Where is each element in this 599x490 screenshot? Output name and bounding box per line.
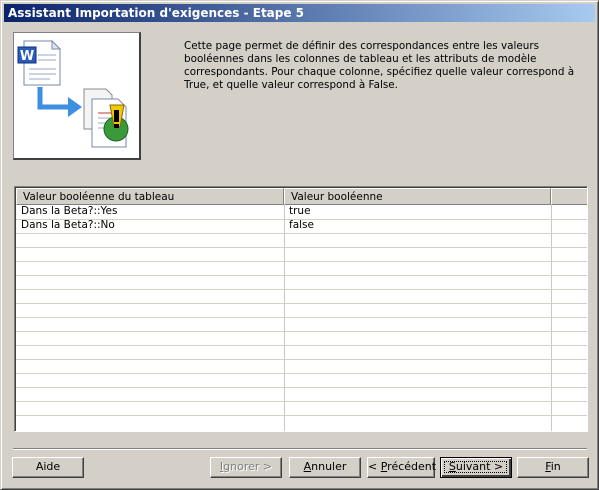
row-divider <box>16 373 587 374</box>
cancel-button[interactable]: Annuler <box>289 457 361 478</box>
svg-text:W: W <box>20 49 34 64</box>
next-button[interactable]: Suivant > <box>440 457 512 478</box>
ignore-button[interactable]: Ignorer > <box>210 457 282 478</box>
finish-button-label-post: in <box>550 460 561 473</box>
row-divider <box>16 401 587 402</box>
window-title: Assistant Importation d'exigences - Etap… <box>8 6 305 20</box>
cell-source-value[interactable]: Dans la Beta?::No <box>16 219 284 233</box>
cell-boolean-value[interactable]: false <box>284 219 551 233</box>
help-button[interactable]: Aide <box>12 457 84 478</box>
focus-rectangle <box>444 461 507 473</box>
row-divider <box>16 233 587 234</box>
page-description: Cette page permet de définir des corresp… <box>184 40 575 91</box>
wizard-window: Assistant Importation d'exigences - Etap… <box>0 0 599 490</box>
row-divider <box>16 317 587 318</box>
table-row[interactable]: Dans la Beta?::Yes true <box>16 205 587 219</box>
word-document-import-icon: W <box>17 39 129 148</box>
row-divider <box>16 359 587 360</box>
cancel-button-mnemonic: A <box>303 460 312 473</box>
previous-button[interactable]: < Précédent <box>367 457 437 478</box>
previous-button-label-post: récédent <box>387 460 437 473</box>
cell-source-value[interactable]: Dans la Beta?::Yes <box>16 205 284 219</box>
wizard-image: W <box>13 32 141 160</box>
row-divider <box>16 303 587 304</box>
column-divider <box>551 205 552 431</box>
ignore-button-label-post: gnorer > <box>223 460 273 473</box>
column-header-boolean-value[interactable]: Valeur booléenne <box>284 188 551 205</box>
cancel-button-label-post: nnuler <box>311 460 347 473</box>
boolean-mapping-table[interactable]: Valeur booléenne du tableau Valeur boolé… <box>14 186 588 432</box>
row-divider <box>16 345 587 346</box>
help-button-label: Aide <box>35 460 61 473</box>
title-bar[interactable]: Assistant Importation d'exigences - Etap… <box>4 4 595 22</box>
row-divider <box>16 289 587 290</box>
table-grid: Dans la Beta?::Yes true Dans la Beta?::N… <box>16 205 587 431</box>
row-divider <box>16 247 587 248</box>
row-divider <box>16 387 587 388</box>
footer-separator <box>13 448 587 450</box>
finish-button[interactable]: Fin <box>517 457 589 478</box>
column-divider <box>284 205 285 431</box>
table-row[interactable]: Dans la Beta?::No false <box>16 219 587 233</box>
cell-boolean-value[interactable]: true <box>284 205 551 219</box>
row-divider <box>16 275 587 276</box>
row-divider <box>16 415 587 416</box>
row-divider <box>16 331 587 332</box>
table-header: Valeur booléenne du tableau Valeur boolé… <box>16 188 587 205</box>
row-divider <box>16 261 587 262</box>
previous-button-label-pre: < <box>368 460 381 473</box>
column-header-table-value[interactable]: Valeur booléenne du tableau <box>16 188 284 205</box>
column-header-extra[interactable] <box>551 188 587 205</box>
